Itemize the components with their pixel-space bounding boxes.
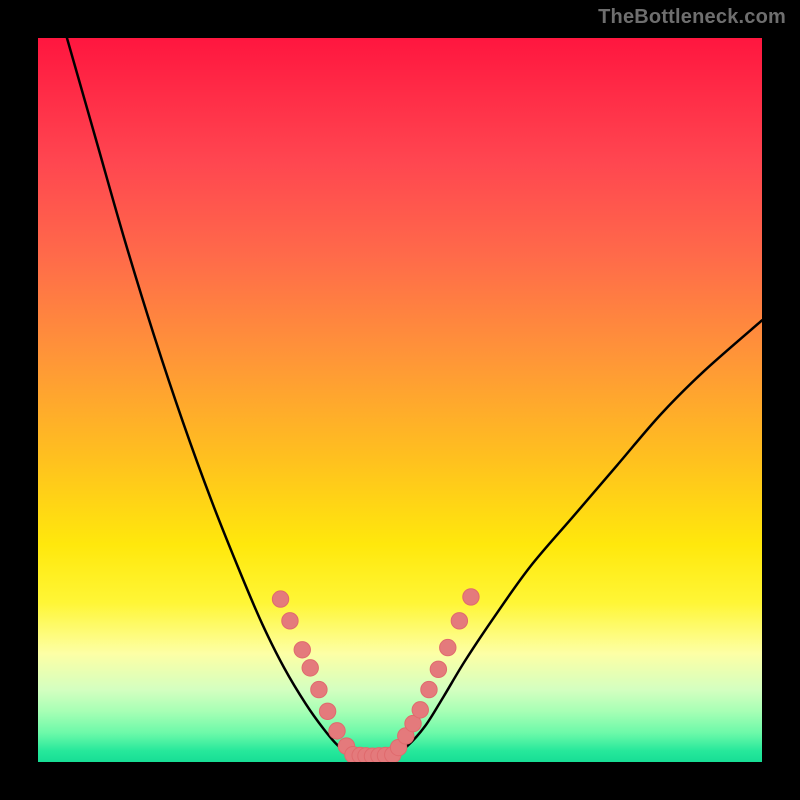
marker-dot	[412, 702, 428, 718]
marker-dot	[430, 661, 446, 677]
marker-dot	[272, 591, 288, 607]
curve-layer	[38, 38, 762, 762]
marker-dot	[421, 681, 437, 697]
plot-area	[38, 38, 762, 762]
marker-dot	[451, 613, 467, 629]
marker-dot	[294, 642, 310, 658]
marker-dot	[282, 613, 298, 629]
chart-frame: TheBottleneck.com	[0, 0, 800, 800]
marker-dot	[302, 660, 318, 676]
marker-dot	[319, 703, 335, 719]
marker-dot	[329, 723, 345, 739]
marker-dot	[440, 639, 456, 655]
marker-dot	[311, 681, 327, 697]
curve-right	[393, 320, 762, 754]
watermark-text: TheBottleneck.com	[598, 6, 786, 29]
valley-markers	[272, 589, 479, 762]
marker-dot	[463, 589, 479, 605]
